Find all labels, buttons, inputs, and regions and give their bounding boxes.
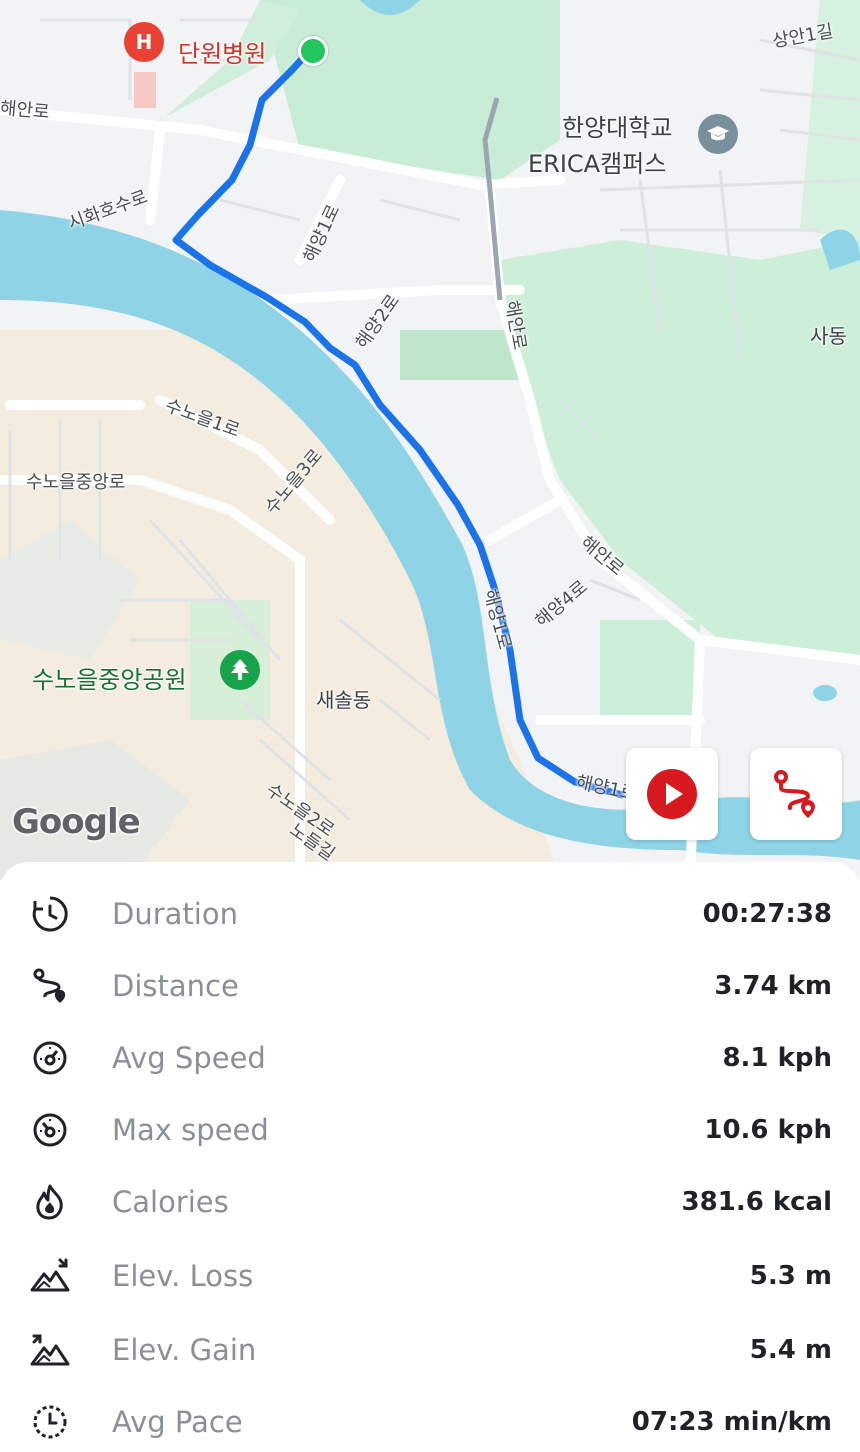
elev-loss-icon bbox=[30, 1256, 70, 1296]
stat-label-distance: Distance bbox=[112, 969, 239, 1003]
stat-value-elev-gain: 5.4 m bbox=[749, 1335, 832, 1365]
route-icon bbox=[774, 770, 815, 818]
avg-speed-gauge-icon bbox=[30, 1038, 70, 1078]
university-label-line2[interactable]: ERICA캠퍼스 bbox=[528, 144, 666, 179]
stat-row-avg-speed: Avg Speed 8.1 kph bbox=[0, 1028, 860, 1088]
stat-label-duration: Duration bbox=[112, 897, 238, 931]
tree-icon[interactable] bbox=[220, 650, 260, 690]
graduation-cap-icon[interactable] bbox=[698, 114, 738, 154]
road-label-haean-ro-left: 해안로 bbox=[0, 97, 51, 124]
hospital-label[interactable]: 단원병원 bbox=[178, 34, 266, 69]
stat-value-elev-loss: 5.3 m bbox=[749, 1261, 832, 1291]
road-label-sunoeul-jungang-ro: 수노을중앙로 bbox=[26, 472, 126, 493]
route-toggle-button[interactable] bbox=[750, 748, 842, 840]
play-button[interactable] bbox=[626, 748, 718, 840]
hospital-icon[interactable]: H bbox=[124, 22, 164, 62]
stat-value-avg-speed: 8.1 kph bbox=[722, 1043, 832, 1073]
park-label[interactable]: 수노을중앙공원 bbox=[32, 660, 187, 695]
start-marker bbox=[298, 36, 328, 66]
distance-route-icon bbox=[30, 966, 70, 1006]
stat-value-max-speed: 10.6 kph bbox=[704, 1115, 832, 1145]
stat-value-duration: 00:27:38 bbox=[702, 899, 832, 929]
avg-pace-clock-icon bbox=[30, 1402, 70, 1442]
stats-panel: Duration 00:27:38 Distance 3.74 km Avg S… bbox=[0, 862, 860, 1445]
stat-label-max-speed: Max speed bbox=[112, 1113, 269, 1147]
stat-label-elev-loss: Elev. Loss bbox=[112, 1259, 254, 1293]
hospital-icon-glyph: H bbox=[135, 30, 153, 54]
stat-row-calories: Calories 381.6 kcal bbox=[0, 1172, 860, 1232]
stat-row-duration: Duration 00:27:38 bbox=[0, 884, 860, 944]
google-logo: Google bbox=[12, 802, 141, 842]
area-label-sa-dong: 사동 bbox=[810, 324, 847, 348]
university-label-line1[interactable]: 한양대학교 bbox=[562, 108, 672, 143]
stat-label-avg-pace: Avg Pace bbox=[112, 1405, 243, 1439]
play-icon bbox=[647, 769, 697, 819]
stat-row-max-speed: Max speed 10.6 kph bbox=[0, 1100, 860, 1160]
stat-label-avg-speed: Avg Speed bbox=[112, 1041, 266, 1075]
map-view[interactable]: H 단원병원 해안로 시화호수로 해양1로 해양2로 해안로 한양대학교 ERI… bbox=[0, 0, 860, 880]
max-speed-gauge-icon bbox=[30, 1110, 70, 1150]
stat-row-avg-pace: Avg Pace 07:23 min/km bbox=[0, 1392, 860, 1452]
elev-gain-icon bbox=[30, 1330, 70, 1370]
stat-row-elev-loss: Elev. Loss 5.3 m bbox=[0, 1246, 860, 1306]
stat-row-distance: Distance 3.74 km bbox=[0, 956, 860, 1016]
stat-value-distance: 3.74 km bbox=[714, 971, 832, 1001]
stat-value-calories: 381.6 kcal bbox=[681, 1187, 832, 1217]
duration-clock-icon bbox=[30, 894, 70, 934]
stat-value-avg-pace: 07:23 min/km bbox=[631, 1407, 832, 1437]
stat-label-elev-gain: Elev. Gain bbox=[112, 1333, 257, 1367]
stat-row-elev-gain: Elev. Gain 5.4 m bbox=[0, 1320, 860, 1380]
calories-flame-icon bbox=[30, 1182, 70, 1222]
stat-label-calories: Calories bbox=[112, 1185, 229, 1219]
area-label-saesol-dong: 새솔동 bbox=[316, 688, 372, 712]
